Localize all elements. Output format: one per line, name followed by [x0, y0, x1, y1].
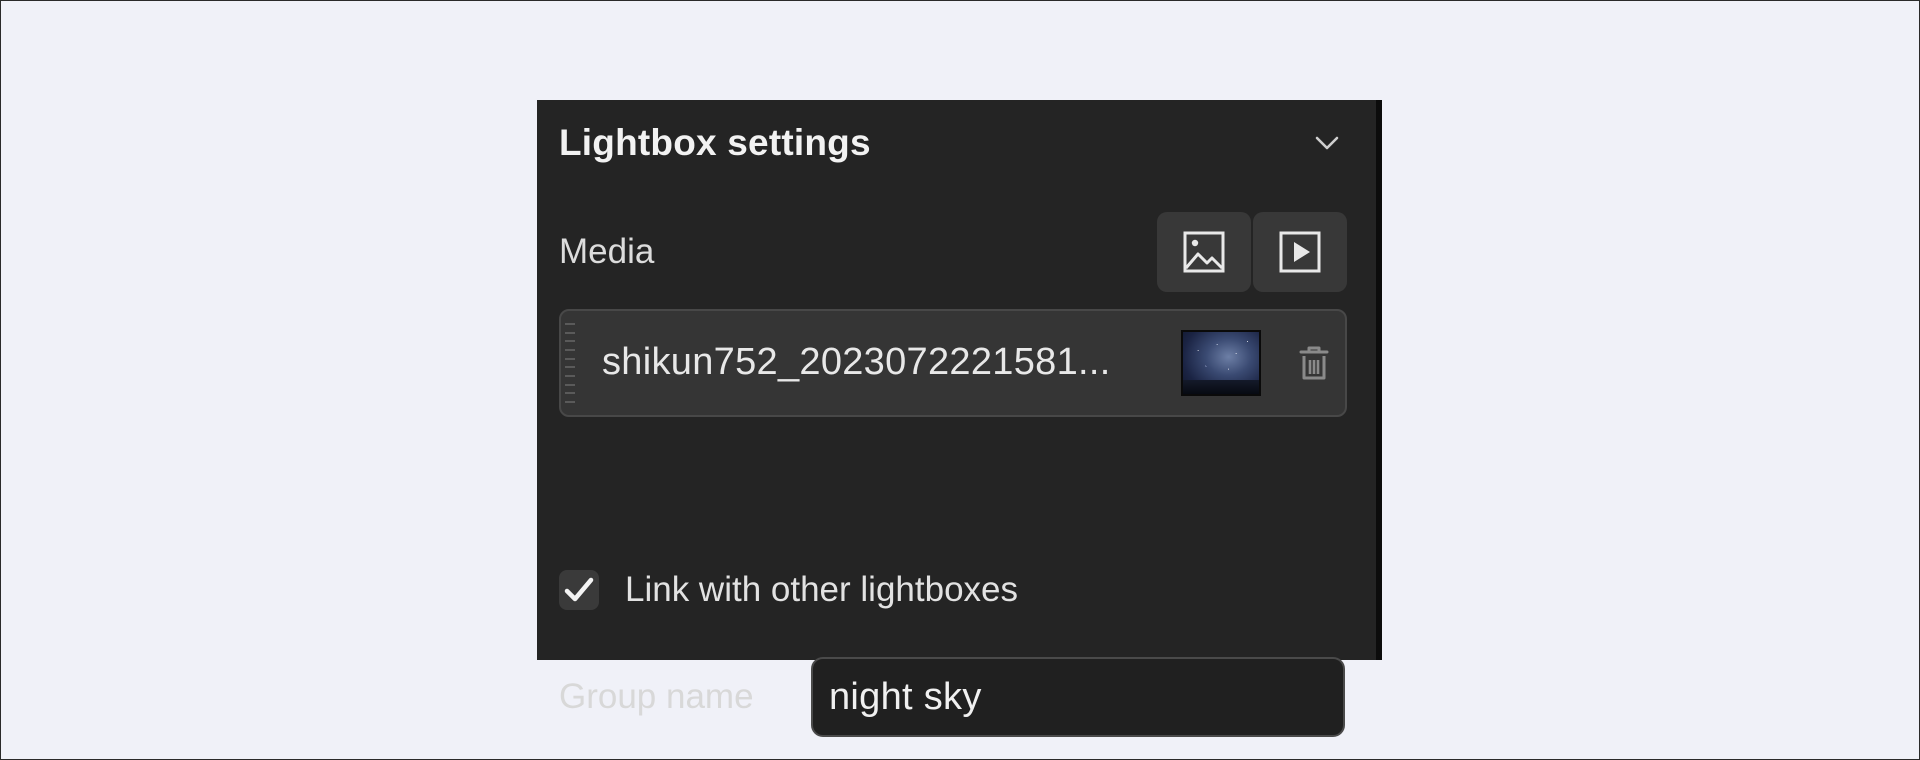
video-play-icon [1279, 231, 1321, 273]
trash-icon [1299, 346, 1329, 380]
panel-header: Lightbox settings [559, 118, 1359, 168]
delete-media-button[interactable] [1294, 343, 1334, 383]
add-video-button[interactable] [1253, 212, 1347, 292]
media-type-buttons [1157, 212, 1347, 292]
add-image-button[interactable] [1157, 212, 1251, 292]
checkmark-icon [564, 577, 594, 602]
lightbox-settings-panel: Lightbox settings Media shikun752_202307… [537, 100, 1382, 737]
link-lightboxes-label[interactable]: Link with other lightboxes [625, 570, 1018, 610]
thumbnail-ground [1183, 380, 1259, 394]
file-name: shikun752_2023072221581... [602, 341, 1111, 383]
link-lightboxes-row: Link with other lightboxes [559, 570, 1018, 610]
chevron-down-icon [1315, 136, 1339, 150]
night-sky-thumbnail[interactable] [1181, 330, 1261, 396]
media-file-item[interactable]: shikun752_2023072221581... [559, 309, 1347, 417]
collapse-button[interactable] [1305, 121, 1349, 165]
group-name-row: Group name [559, 655, 1349, 739]
image-icon [1183, 231, 1225, 273]
group-name-label: Group name [559, 677, 754, 716]
panel-title: Lightbox settings [559, 122, 871, 163]
media-row: Media [559, 212, 1347, 292]
link-lightboxes-checkbox[interactable] [559, 570, 599, 610]
drag-handle[interactable] [565, 323, 577, 403]
group-name-input[interactable] [811, 657, 1345, 737]
panel-scroll-edge [1376, 100, 1382, 660]
media-label: Media [559, 232, 655, 271]
